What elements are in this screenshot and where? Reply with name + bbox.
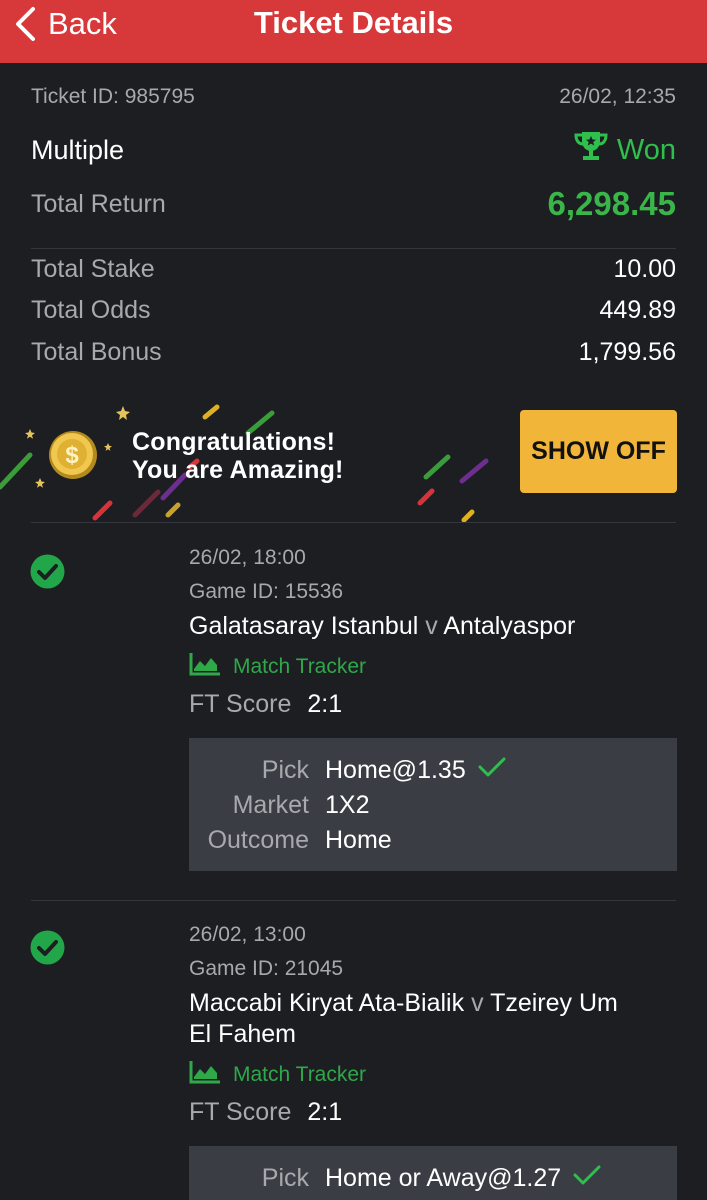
versus-separator: v [425, 612, 438, 640]
ft-score-label: FT Score [189, 690, 292, 718]
leg-datetime: 26/02, 13:00 [189, 923, 306, 946]
congrats-line-1: Congratulations! [132, 428, 336, 456]
chart-line-icon [189, 1060, 233, 1090]
check-circle-icon [30, 930, 65, 970]
pick-value: Home@1.35 [325, 756, 466, 784]
home-team: Galatasaray Istanbul [189, 612, 419, 640]
status-label: Won [616, 133, 676, 166]
outcome-value: Home [325, 826, 392, 854]
versus-separator: v [471, 989, 484, 1017]
leg-game-id: Game ID: 21045 [189, 957, 344, 980]
pick-details-box: Pick Home or Away@1.27 [189, 1146, 677, 1200]
congrats-line-2: You are Amazing! [132, 456, 344, 484]
match-tracker-link[interactable]: Match Tracker [189, 652, 366, 682]
check-circle-icon [30, 554, 65, 594]
ticket-id: Ticket ID: 985795 [31, 85, 195, 108]
status-badge: Won [573, 130, 676, 170]
leg-match: Maccabi Kiryat Ata-Bialik v Tzeirey Um E… [189, 988, 669, 1050]
summary-divider [31, 248, 676, 249]
away-team-line-1: Tzeirey Um [490, 989, 618, 1017]
banner-divider [31, 522, 676, 523]
ft-score: FT Score 2:1 [189, 690, 342, 719]
pick-value: Home or Away@1.27 [325, 1164, 562, 1192]
dollar-coin-icon: $ [49, 431, 97, 479]
chart-line-icon [189, 652, 233, 682]
match-tracker-label: Match Tracker [233, 1063, 367, 1086]
market-label: Market [232, 791, 309, 819]
check-icon [466, 756, 506, 785]
match-tracker-link[interactable]: Match Tracker [189, 1060, 366, 1090]
ft-score-value: 2:1 [307, 690, 343, 718]
total-stake-label: Total Stake [31, 254, 155, 283]
show-off-button[interactable]: SHOW OFF [520, 410, 677, 493]
ticket-datetime: 26/02, 12:35 [559, 85, 676, 108]
ft-score-value: 2:1 [307, 1098, 343, 1126]
check-icon [561, 1164, 601, 1193]
pick-label: Pick [261, 1164, 309, 1192]
total-bonus-value: 1,799.56 [578, 337, 676, 366]
leg-divider [31, 900, 676, 901]
total-stake-value: 10.00 [613, 254, 676, 283]
match-tracker-label: Match Tracker [233, 655, 367, 678]
app-header: Back Ticket Details [0, 0, 707, 63]
home-team: Maccabi Kiryat Ata-Bialik [189, 989, 465, 1017]
ticket-type: Multiple [31, 134, 125, 165]
ft-score: FT Score 2:1 [189, 1098, 342, 1127]
leg-match: Galatasaray Istanbul v Antalyaspor [189, 611, 575, 642]
total-return-value: 6,298.45 [547, 185, 676, 222]
pick-label: Pick [261, 756, 309, 784]
svg-text:$: $ [65, 442, 79, 469]
trophy-icon [573, 130, 617, 170]
ft-score-label: FT Score [189, 1098, 292, 1126]
outcome-label: Outcome [207, 826, 309, 854]
market-value: 1X2 [325, 791, 370, 819]
congrats-text: Congratulations! You are Amazing! [132, 428, 344, 484]
total-odds-label: Total Odds [31, 295, 151, 324]
leg-game-id: Game ID: 15536 [189, 580, 344, 603]
leg-datetime: 26/02, 18:00 [189, 546, 306, 569]
away-team-line-2: El Fahem [189, 1020, 296, 1048]
total-return-label: Total Return [31, 189, 166, 218]
total-bonus-label: Total Bonus [31, 337, 162, 366]
total-odds-value: 449.89 [599, 295, 676, 324]
page-title: Ticket Details [253, 5, 454, 40]
away-team: Antalyaspor [443, 612, 576, 640]
pick-details-box: Pick Home@1.35 Market 1X2 Outcome Home [189, 738, 677, 871]
